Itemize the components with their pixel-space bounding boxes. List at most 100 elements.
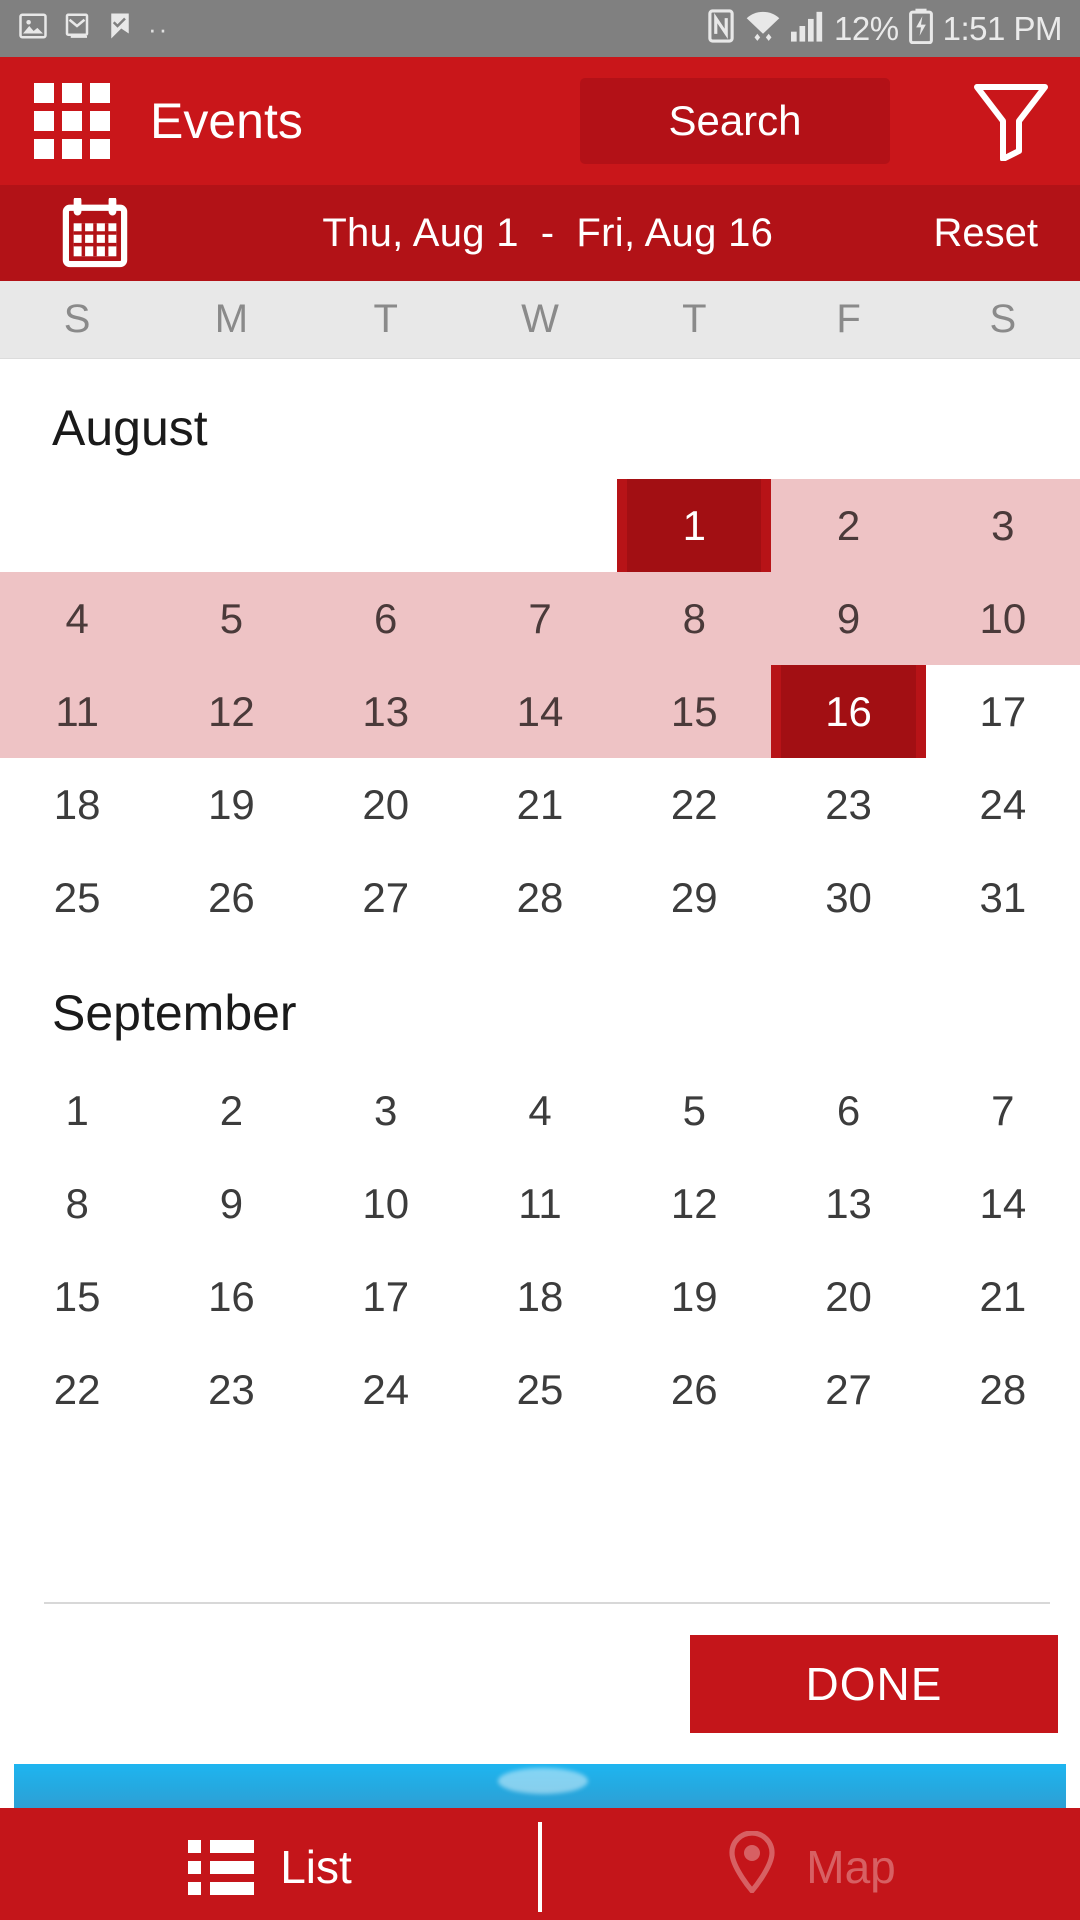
- calendar-day-cell[interactable]: 8: [617, 572, 772, 665]
- calendar-day-cell[interactable]: 21: [463, 758, 617, 851]
- calendar-day-cell[interactable]: 4: [0, 572, 155, 665]
- calendar-week-row: 11 12 13 14 15 16 17: [0, 665, 1080, 758]
- battery-charging-icon: [908, 8, 934, 49]
- calendar-day-cell[interactable]: 9: [154, 1157, 308, 1250]
- filter-funnel-icon[interactable]: [968, 78, 1054, 164]
- calendar-day-cell[interactable]: 17: [309, 1250, 463, 1343]
- calendar-day-cell[interactable]: 19: [617, 1250, 771, 1343]
- calendar-day-cell[interactable]: 23: [771, 758, 925, 851]
- calendar-day-label: 15: [670, 687, 718, 735]
- tab-map[interactable]: Map: [540, 1808, 1080, 1920]
- done-button[interactable]: DONE: [690, 1635, 1058, 1733]
- calendar-day-cell[interactable]: 6: [771, 1064, 925, 1157]
- calendar-day-label: 22: [670, 780, 718, 828]
- calendar-day-label: 4: [528, 1086, 552, 1134]
- calendar-day-label: 19: [208, 780, 255, 828]
- tab-map-label: Map: [806, 1841, 896, 1893]
- calendar-day-cell[interactable]: 1: [0, 1064, 154, 1157]
- calendar-day-cell[interactable]: 1: [617, 479, 772, 572]
- calendar-week-row: 25 26 27 28 29 30 31: [0, 851, 1080, 944]
- calendar-day-cell[interactable]: 18: [463, 1250, 617, 1343]
- calendar-day-cell[interactable]: 30: [771, 851, 925, 944]
- calendar-day-cell[interactable]: 8: [0, 1157, 154, 1250]
- calendar-day-cell[interactable]: 16: [154, 1250, 308, 1343]
- calendar-day-cell[interactable]: 16: [771, 665, 926, 758]
- calendar-day-cell[interactable]: 25: [0, 851, 154, 944]
- calendar-day-cell[interactable]: 12: [617, 1157, 771, 1250]
- calendar-day-label: 2: [219, 1086, 244, 1134]
- date-range-bar[interactable]: Thu, Aug 1- Fri, Aug 16 Reset: [0, 185, 1080, 281]
- calendar-day-cell[interactable]: 9: [771, 572, 926, 665]
- calendar-day-cell[interactable]: 19: [154, 758, 308, 851]
- calendar-day-cell[interactable]: 11: [463, 1157, 617, 1250]
- calendar-day-label: 19: [670, 1272, 718, 1320]
- grid-menu-icon[interactable]: [34, 83, 110, 159]
- date-range-label[interactable]: Thu, Aug 1- Fri, Aug 16: [190, 211, 906, 256]
- calendar-day-cell[interactable]: 18: [0, 758, 154, 851]
- map-pin-icon: [724, 1829, 780, 1904]
- reset-button[interactable]: Reset: [906, 211, 1039, 256]
- calendar-day-cell[interactable]: 2: [771, 479, 926, 572]
- calendar-day-cell[interactable]: 5: [154, 572, 309, 665]
- calendar-icon[interactable]: [0, 198, 190, 268]
- calendar-day-label: 7: [991, 1086, 1015, 1134]
- calendar-day-label: 14: [979, 1179, 1027, 1227]
- calendar-day-label: 20: [825, 1272, 872, 1320]
- calendar-day-cell[interactable]: 7: [926, 1064, 1080, 1157]
- calendar-day-cell[interactable]: 22: [617, 758, 771, 851]
- calendar-day-label: 9: [836, 594, 861, 642]
- calendar-day-cell[interactable]: 26: [154, 851, 308, 944]
- calendar-day-cell[interactable]: 31: [926, 851, 1080, 944]
- tab-list[interactable]: List: [0, 1808, 540, 1920]
- more-dots-icon: ··: [148, 13, 170, 44]
- calendar-day-label: 13: [362, 687, 410, 735]
- calendar-day-cell[interactable]: 13: [771, 1157, 925, 1250]
- calendar-day-label: 2: [836, 501, 861, 549]
- gmail-icon: [62, 11, 92, 46]
- calendar-day-cell[interactable]: 4: [463, 1064, 617, 1157]
- calendar-day-cell[interactable]: 10: [309, 1157, 463, 1250]
- calendar-day-cell[interactable]: 3: [925, 479, 1080, 572]
- calendar-day-label: 18: [516, 1272, 564, 1320]
- calendar-day-cell[interactable]: 14: [462, 665, 618, 758]
- calendar-day-cell[interactable]: 20: [771, 1250, 925, 1343]
- calendar-day-cell[interactable]: 22: [0, 1343, 154, 1436]
- calendar-day-cell[interactable]: 2: [154, 1064, 308, 1157]
- calendar-day-cell[interactable]: 11: [0, 665, 155, 758]
- calendar-day-cell[interactable]: 29: [617, 851, 771, 944]
- calendar-day-cell[interactable]: 15: [617, 665, 772, 758]
- calendar-day-cell[interactable]: 13: [308, 665, 463, 758]
- weekday-header: S M T W T F S: [0, 281, 1080, 359]
- start-date-label[interactable]: Thu, Aug 1: [322, 211, 518, 255]
- search-button[interactable]: Search: [580, 78, 890, 164]
- calendar-day-cell[interactable]: 14: [926, 1157, 1080, 1250]
- end-date-label[interactable]: Fri, Aug 16: [576, 211, 773, 255]
- calendar-day-label: 27: [362, 873, 410, 921]
- calendar-day-cell[interactable]: 5: [617, 1064, 771, 1157]
- calendar-day-cell[interactable]: 26: [617, 1343, 771, 1436]
- calendar-day-cell[interactable]: 17: [926, 665, 1080, 758]
- calendar-day-label: 6: [374, 594, 398, 642]
- calendar-day-cell[interactable]: 15: [0, 1250, 154, 1343]
- calendar-day-cell[interactable]: 25: [463, 1343, 617, 1436]
- calendar-day-cell[interactable]: 3: [309, 1064, 463, 1157]
- weekday-label-mon: M: [214, 297, 249, 341]
- calendar-day-cell[interactable]: 24: [309, 1343, 463, 1436]
- calendar-day-label: 26: [208, 873, 255, 921]
- calendar-week-row: 18 19 20 21 22 23 24: [0, 758, 1080, 851]
- calendar-day-cell[interactable]: 6: [308, 572, 463, 665]
- list-icon: [188, 1839, 255, 1895]
- calendar-day-cell[interactable]: 23: [154, 1343, 308, 1436]
- calendar-day-cell[interactable]: 10: [925, 572, 1080, 665]
- calendar-day-cell[interactable]: 21: [926, 1250, 1080, 1343]
- calendar-day-cell[interactable]: 20: [309, 758, 463, 851]
- calendar-day-label: 22: [53, 1365, 101, 1413]
- calendar-day-cell[interactable]: 27: [309, 851, 463, 944]
- calendar-day-cell[interactable]: 7: [462, 572, 618, 665]
- calendar-day-cell[interactable]: 24: [926, 758, 1080, 851]
- calendar-scroll-area[interactable]: August 1 2 3 4 5 6 7 8 9 10 11 12 13 14 15 16 17 18 19 20 21 2…: [0, 359, 1080, 1604]
- calendar-day-cell[interactable]: 27: [771, 1343, 925, 1436]
- calendar-day-cell[interactable]: 12: [154, 665, 309, 758]
- calendar-day-cell[interactable]: 28: [926, 1343, 1080, 1436]
- calendar-day-cell[interactable]: 28: [463, 851, 617, 944]
